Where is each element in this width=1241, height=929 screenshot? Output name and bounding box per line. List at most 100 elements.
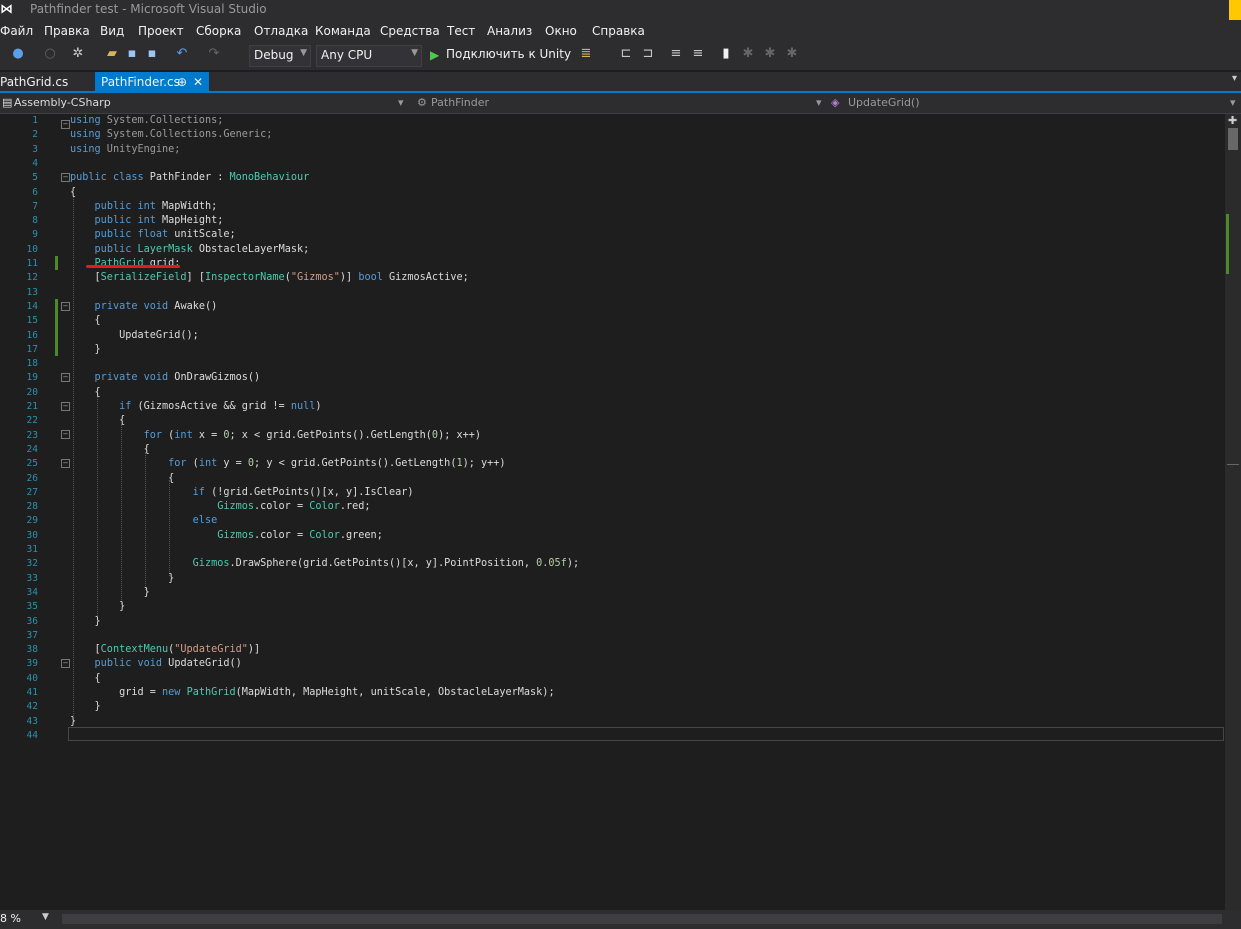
menu-view[interactable]: Вид: [100, 24, 124, 38]
code-line[interactable]: if (!grid.GetPoints()[x, y].IsClear): [70, 487, 414, 498]
code-line[interactable]: {: [70, 315, 101, 326]
play-icon[interactable]: ▶: [430, 48, 439, 62]
code-line[interactable]: using System.Collections;: [70, 115, 223, 126]
code-line[interactable]: using System.Collections.Generic;: [70, 129, 272, 140]
split-icon[interactable]: ✚: [1228, 114, 1237, 127]
menu-tools[interactable]: Средства: [380, 24, 440, 38]
code-line[interactable]: }: [70, 616, 101, 627]
tab-list-icon[interactable]: ▾: [1232, 73, 1237, 84]
collapse-icon[interactable]: −: [61, 173, 70, 182]
undo-icon[interactable]: ↶: [174, 46, 190, 62]
code-line[interactable]: public LayerMask ObstacleLayerMask;: [70, 244, 310, 255]
new-project-icon[interactable]: ✲: [70, 46, 86, 62]
code-line[interactable]: public class PathFinder : MonoBehaviour: [70, 172, 309, 183]
chevron-down-icon[interactable]: ▼: [42, 912, 49, 922]
code-line[interactable]: using UnityEngine;: [70, 144, 180, 155]
code-line[interactable]: }: [70, 573, 174, 584]
code-line[interactable]: {: [70, 415, 125, 426]
code-line[interactable]: UpdateGrid();: [70, 330, 199, 341]
code-editor[interactable]: 1 2 3 4 5 6 7 8 9 10 11 12 13 14 15 16 17 18 19 20 21 22 23 24 2…: [0, 114, 1225, 910]
collapse-icon[interactable]: −: [61, 430, 70, 439]
close-icon[interactable]: ✕: [193, 75, 203, 89]
collapse-icon[interactable]: −: [61, 659, 70, 668]
menu-edit[interactable]: Правка: [44, 24, 90, 38]
menu-team[interactable]: Команда: [315, 24, 371, 38]
menu-file[interactable]: Файл: [0, 24, 33, 38]
code-line[interactable]: grid = new PathGrid(MapWidth, MapHeight,…: [70, 687, 555, 698]
line-number: 14: [26, 300, 38, 312]
redo-icon[interactable]: ↷: [206, 46, 222, 62]
class-dropdown[interactable]: PathFinder: [431, 96, 489, 109]
code-line[interactable]: Gizmos.color = Color.green;: [70, 530, 383, 541]
chevron-down-icon[interactable]: ▾: [816, 96, 822, 109]
menu-help[interactable]: Справка: [592, 24, 645, 38]
code-line[interactable]: private void OnDrawGizmos(): [70, 372, 261, 383]
code-line[interactable]: [ContextMenu("UpdateGrid")]: [70, 644, 261, 655]
code-line[interactable]: public int MapHeight;: [70, 215, 224, 226]
code-line[interactable]: else: [70, 515, 218, 526]
code-line[interactable]: public void UpdateGrid(): [70, 658, 242, 669]
menu-build[interactable]: Сборка: [196, 24, 241, 38]
prev-bookmark-icon[interactable]: ✱: [740, 46, 756, 62]
collapse-icon[interactable]: −: [61, 302, 70, 311]
next-bookmark-icon[interactable]: ✱: [762, 46, 778, 62]
line-number: 32: [26, 558, 38, 570]
code-line[interactable]: [SerializeField] [InspectorName("Gizmos"…: [70, 272, 469, 283]
code-line[interactable]: {: [70, 473, 174, 484]
line-number: 24: [26, 443, 38, 455]
comment-icon[interactable]: ≡: [668, 46, 684, 62]
code-line[interactable]: {: [70, 187, 76, 198]
scrollbar-thumb[interactable]: [1228, 128, 1238, 150]
tab-pathgrid[interactable]: PathGrid.cs: [0, 72, 92, 91]
save-icon[interactable]: ▪: [124, 46, 140, 62]
clear-bookmarks-icon[interactable]: ✱: [784, 46, 800, 62]
open-file-icon[interactable]: ▰: [104, 46, 120, 62]
code-line[interactable]: public float unitScale;: [70, 229, 236, 240]
code-line[interactable]: private void Awake(): [70, 301, 218, 312]
code-line[interactable]: }: [70, 601, 125, 612]
menu-test[interactable]: Тест: [447, 24, 475, 38]
code-line[interactable]: public int MapWidth;: [70, 201, 218, 212]
save-all-icon[interactable]: ▪: [144, 46, 160, 62]
menu-project[interactable]: Проект: [138, 24, 184, 38]
line-number: 12: [26, 272, 38, 284]
code-line[interactable]: Gizmos.DrawSphere(grid.GetPoints()[x, y]…: [70, 558, 579, 569]
project-dropdown[interactable]: Assembly-CSharp: [14, 96, 111, 109]
forward-icon[interactable]: ○: [42, 46, 58, 62]
collapse-icon[interactable]: −: [61, 373, 70, 382]
chevron-down-icon[interactable]: ▾: [1230, 96, 1236, 109]
member-dropdown[interactable]: UpdateGrid(): [848, 96, 920, 109]
code-line[interactable]: Gizmos.color = Color.red;: [70, 501, 370, 512]
back-icon[interactable]: ●: [10, 46, 26, 62]
platform-select[interactable]: Any CPU ▼: [316, 45, 422, 67]
uncomment-icon[interactable]: ≡: [690, 46, 706, 62]
vertical-scrollbar[interactable]: ✚: [1225, 114, 1241, 910]
menu-debug[interactable]: Отладка: [254, 24, 308, 38]
solution-configuration-select[interactable]: Debug ▼: [249, 45, 311, 67]
menu-analyze[interactable]: Анализ: [487, 24, 532, 38]
code-line[interactable]: }: [70, 716, 76, 727]
horizontal-scrollbar[interactable]: [62, 914, 1222, 924]
zoom-level[interactable]: 8 %: [0, 912, 21, 925]
code-line[interactable]: {: [70, 387, 101, 398]
code-line[interactable]: for (int x = 0; x < grid.GetPoints().Get…: [70, 430, 481, 441]
attach-to-unity-button[interactable]: Подключить к Unity: [446, 47, 571, 61]
code-line[interactable]: {: [70, 444, 150, 455]
collapse-icon[interactable]: −: [61, 402, 70, 411]
collapse-icon[interactable]: −: [61, 459, 70, 468]
code-line[interactable]: }: [70, 344, 101, 355]
pin-icon[interactable]: ⊕: [177, 75, 187, 89]
menu-window[interactable]: Окно: [545, 24, 577, 38]
chevron-down-icon[interactable]: ▾: [398, 96, 404, 109]
step-over-icon[interactable]: ⊐: [640, 46, 656, 62]
code-line[interactable]: if (GizmosActive && grid != null): [70, 401, 321, 412]
bookmark-icon[interactable]: ▮: [718, 46, 734, 62]
step-into-icon[interactable]: ⊏: [618, 46, 634, 62]
code-line[interactable]: for (int y = 0; y < grid.GetPoints().Get…: [70, 458, 505, 469]
code-line[interactable]: {: [70, 673, 101, 684]
debug-tools-icon[interactable]: ≣: [578, 46, 594, 62]
tab-pathfinder[interactable]: PathFinder.cs ⊕ ✕: [95, 72, 209, 91]
code-line[interactable]: }: [70, 701, 101, 712]
code-line[interactable]: }: [70, 587, 150, 598]
collapse-icon[interactable]: −: [61, 120, 70, 129]
